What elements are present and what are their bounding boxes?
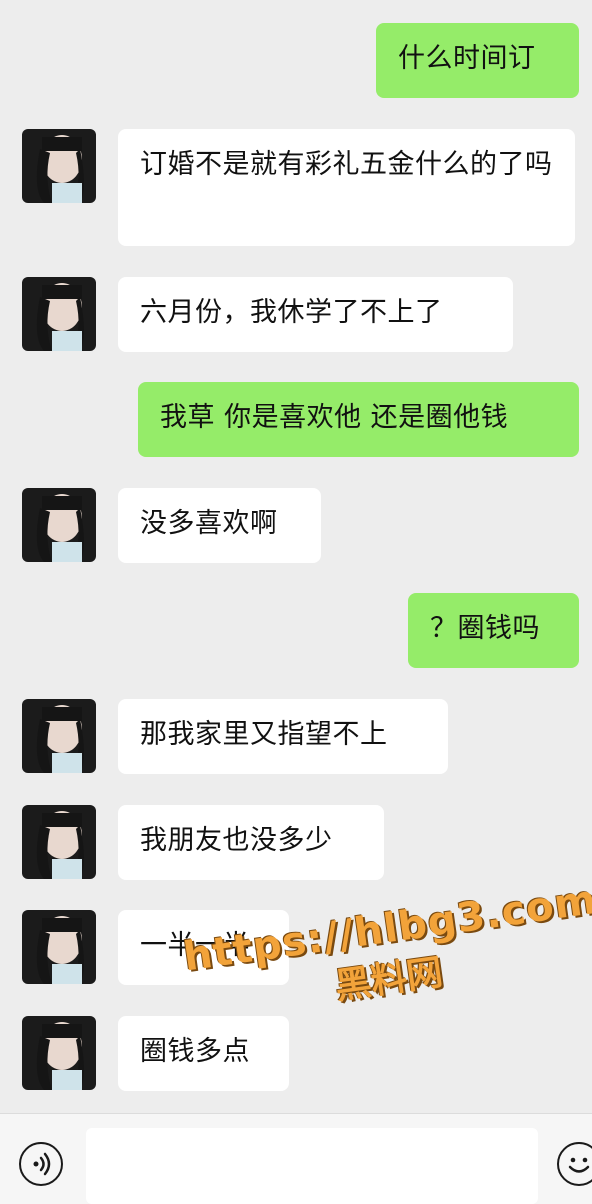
avatar-image [22,1016,96,1090]
contact-avatar[interactable] [22,277,96,351]
avatar-image [22,805,96,879]
avatar-image [22,910,96,984]
contact-avatar[interactable] [22,129,96,203]
contact-avatar[interactable] [22,805,96,879]
avatar-image [22,699,96,773]
message-bubble-sent[interactable]: 什么时间订 [376,23,579,98]
contact-avatar[interactable] [22,1016,96,1090]
message-bubble-received[interactable]: 那我家里又指望不上 [118,699,448,774]
message-bubble-received[interactable]: 订婚不是就有彩礼五金什么的了吗 [118,129,575,246]
message-bubble-sent[interactable]: 我草 你是喜欢他 还是圈他钱 [138,382,579,457]
avatar-image [22,129,96,203]
contact-avatar[interactable] [22,699,96,773]
contact-avatar[interactable] [22,910,96,984]
contact-avatar[interactable] [22,488,96,562]
emoji-icon[interactable] [557,1142,592,1186]
message-bubble-received[interactable]: 一半一半 [118,910,289,985]
message-bubble-received[interactable]: 六月份，我休学了不上了 [118,277,513,352]
message-bubble-received[interactable]: 圈钱多点 [118,1016,289,1091]
message-input[interactable] [86,1128,538,1204]
input-bar [0,1113,592,1204]
voice-icon[interactable] [19,1142,63,1186]
avatar-image [22,488,96,562]
message-bubble-received[interactable]: 我朋友也没多少 [118,805,384,880]
message-bubble-sent[interactable]: ？圈钱吗 [408,593,579,668]
message-bubble-received[interactable]: 没多喜欢啊 [118,488,321,563]
avatar-image [22,277,96,351]
